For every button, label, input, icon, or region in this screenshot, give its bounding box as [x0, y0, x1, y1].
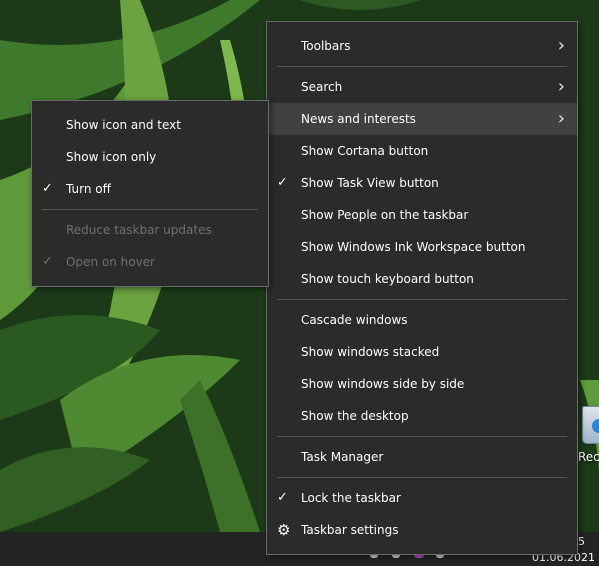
menu-item-label: Show windows side by side — [301, 377, 465, 391]
menu-separator — [42, 209, 258, 210]
menu-item-label: Search — [301, 80, 343, 94]
menu-item-label: Show Cortana button — [301, 144, 429, 158]
checkmark-icon: ✓ — [42, 181, 53, 196]
menu-item-label: Taskbar settings — [301, 523, 399, 537]
menu-item-label: Show touch keyboard button — [301, 272, 474, 286]
menu-separator — [277, 477, 567, 478]
recycle-bin-label: Recycle — [578, 450, 599, 464]
checkmark-icon: ✓ — [42, 254, 53, 269]
submenu-item-show-icon-and-text[interactable]: Show icon and text — [32, 109, 268, 141]
menu-item-label: Open on hover — [66, 255, 155, 269]
submenu-item-show-icon-only[interactable]: Show icon only — [32, 141, 268, 173]
menu-item-show-ink-workspace[interactable]: Show Windows Ink Workspace button — [267, 231, 577, 263]
submenu-item-reduce-taskbar-updates: Reduce taskbar updates — [32, 214, 268, 246]
chevron-right-icon: › — [557, 35, 565, 56]
menu-item-label: Show icon only — [66, 150, 157, 164]
menu-item-lock-taskbar[interactable]: ✓ Lock the taskbar — [267, 482, 577, 514]
submenu-item-turn-off[interactable]: ✓ Turn off — [32, 173, 268, 205]
menu-item-taskbar-settings[interactable]: ⚙ Taskbar settings — [267, 514, 577, 546]
menu-item-label: Lock the taskbar — [301, 491, 401, 505]
menu-item-cascade-windows[interactable]: Cascade windows — [267, 304, 577, 336]
menu-item-toolbars[interactable]: Toolbars › — [267, 30, 577, 62]
menu-item-label: Show People on the taskbar — [301, 208, 469, 222]
menu-item-label: Show windows stacked — [301, 345, 440, 359]
menu-item-news-and-interests[interactable]: News and interests › — [267, 103, 577, 135]
menu-item-label: Turn off — [66, 182, 111, 196]
menu-item-label: Show the desktop — [301, 409, 409, 423]
checkmark-icon: ✓ — [277, 490, 288, 505]
menu-item-label: Show Task View button — [301, 176, 439, 190]
menu-separator — [277, 436, 567, 437]
submenu-item-open-on-hover: ✓ Open on hover — [32, 246, 268, 278]
chevron-right-icon: › — [557, 108, 565, 129]
menu-item-show-touch-keyboard[interactable]: Show touch keyboard button — [267, 263, 577, 295]
recycle-bin-desktop-icon[interactable]: Recycle — [578, 406, 599, 466]
menu-item-label: Show icon and text — [66, 118, 181, 132]
menu-item-label: Show Windows Ink Workspace button — [301, 240, 526, 254]
menu-item-label: Toolbars — [301, 39, 351, 53]
taskbar-context-menu: Toolbars › Search › News and interests ›… — [266, 21, 578, 555]
menu-item-windows-stacked[interactable]: Show windows stacked — [267, 336, 577, 368]
menu-item-show-desktop[interactable]: Show the desktop — [267, 400, 577, 432]
menu-item-windows-side-by-side[interactable]: Show windows side by side — [267, 368, 577, 400]
menu-item-label: Task Manager — [301, 450, 384, 464]
news-and-interests-submenu: Show icon and text Show icon only ✓ Turn… — [31, 100, 269, 287]
chevron-right-icon: › — [557, 76, 565, 97]
gear-icon: ⚙ — [277, 521, 291, 539]
menu-item-label: News and interests — [301, 112, 416, 126]
menu-separator — [277, 66, 567, 67]
menu-item-label: Reduce taskbar updates — [66, 223, 212, 237]
menu-item-label: Cascade windows — [301, 313, 408, 327]
menu-item-search[interactable]: Search › — [267, 71, 577, 103]
checkmark-icon: ✓ — [277, 175, 288, 190]
menu-item-show-cortana[interactable]: Show Cortana button — [267, 135, 577, 167]
recycle-bin-icon — [582, 406, 599, 444]
menu-item-show-people[interactable]: Show People on the taskbar — [267, 199, 577, 231]
menu-separator — [277, 299, 567, 300]
clock-time[interactable]: 5 — [578, 535, 585, 548]
menu-item-task-manager[interactable]: Task Manager — [267, 441, 577, 473]
menu-item-show-task-view[interactable]: ✓ Show Task View button — [267, 167, 577, 199]
